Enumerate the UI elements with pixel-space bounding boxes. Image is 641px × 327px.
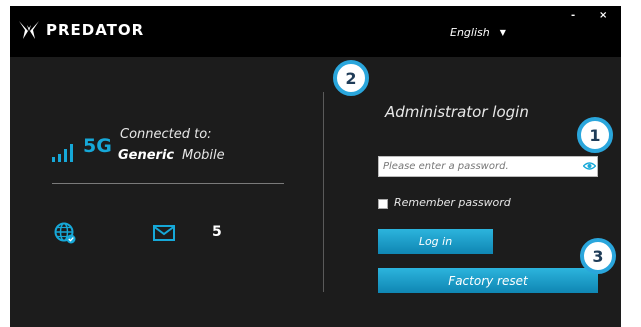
panel-divider <box>323 92 324 292</box>
minimize-button[interactable]: - <box>571 10 575 21</box>
mail-icon[interactable] <box>153 225 175 241</box>
factory-reset-button[interactable]: Factory reset <box>378 268 598 293</box>
network-type: 5G <box>83 135 112 157</box>
globe-icon[interactable] <box>54 222 76 244</box>
close-button[interactable]: × <box>599 10 607 21</box>
signal-bars-icon <box>52 144 73 162</box>
title-bar: PREDATOR English ▼ - × <box>10 6 621 57</box>
login-title: Administrator login <box>385 103 529 121</box>
connected-label: Connected to: <box>120 127 212 142</box>
password-input[interactable] <box>378 156 598 177</box>
brand-logo: PREDATOR <box>18 19 144 41</box>
operator-name-part1: Generic <box>118 148 175 163</box>
callout-badge-3: 3 <box>580 238 616 274</box>
remember-password-checkbox[interactable] <box>378 199 388 209</box>
router-app-window: PREDATOR English ▼ - × 5G Connected to: … <box>10 6 621 327</box>
remember-password-label: Remember password <box>394 196 511 209</box>
language-label: English <box>450 26 490 39</box>
status-divider <box>52 183 284 184</box>
callout-badge-2: 2 <box>333 60 369 96</box>
message-count: 5 <box>212 224 222 240</box>
eye-icon[interactable] <box>583 160 596 172</box>
predator-logo-icon <box>19 21 39 39</box>
chevron-down-icon: ▼ <box>499 28 506 37</box>
login-button[interactable]: Log in <box>378 229 493 254</box>
logo-text: PREDATOR <box>46 21 145 39</box>
callout-badge-1: 1 <box>577 117 613 153</box>
language-selector[interactable]: English ▼ <box>450 26 506 39</box>
operator-name-part2: Mobile <box>182 148 225 163</box>
